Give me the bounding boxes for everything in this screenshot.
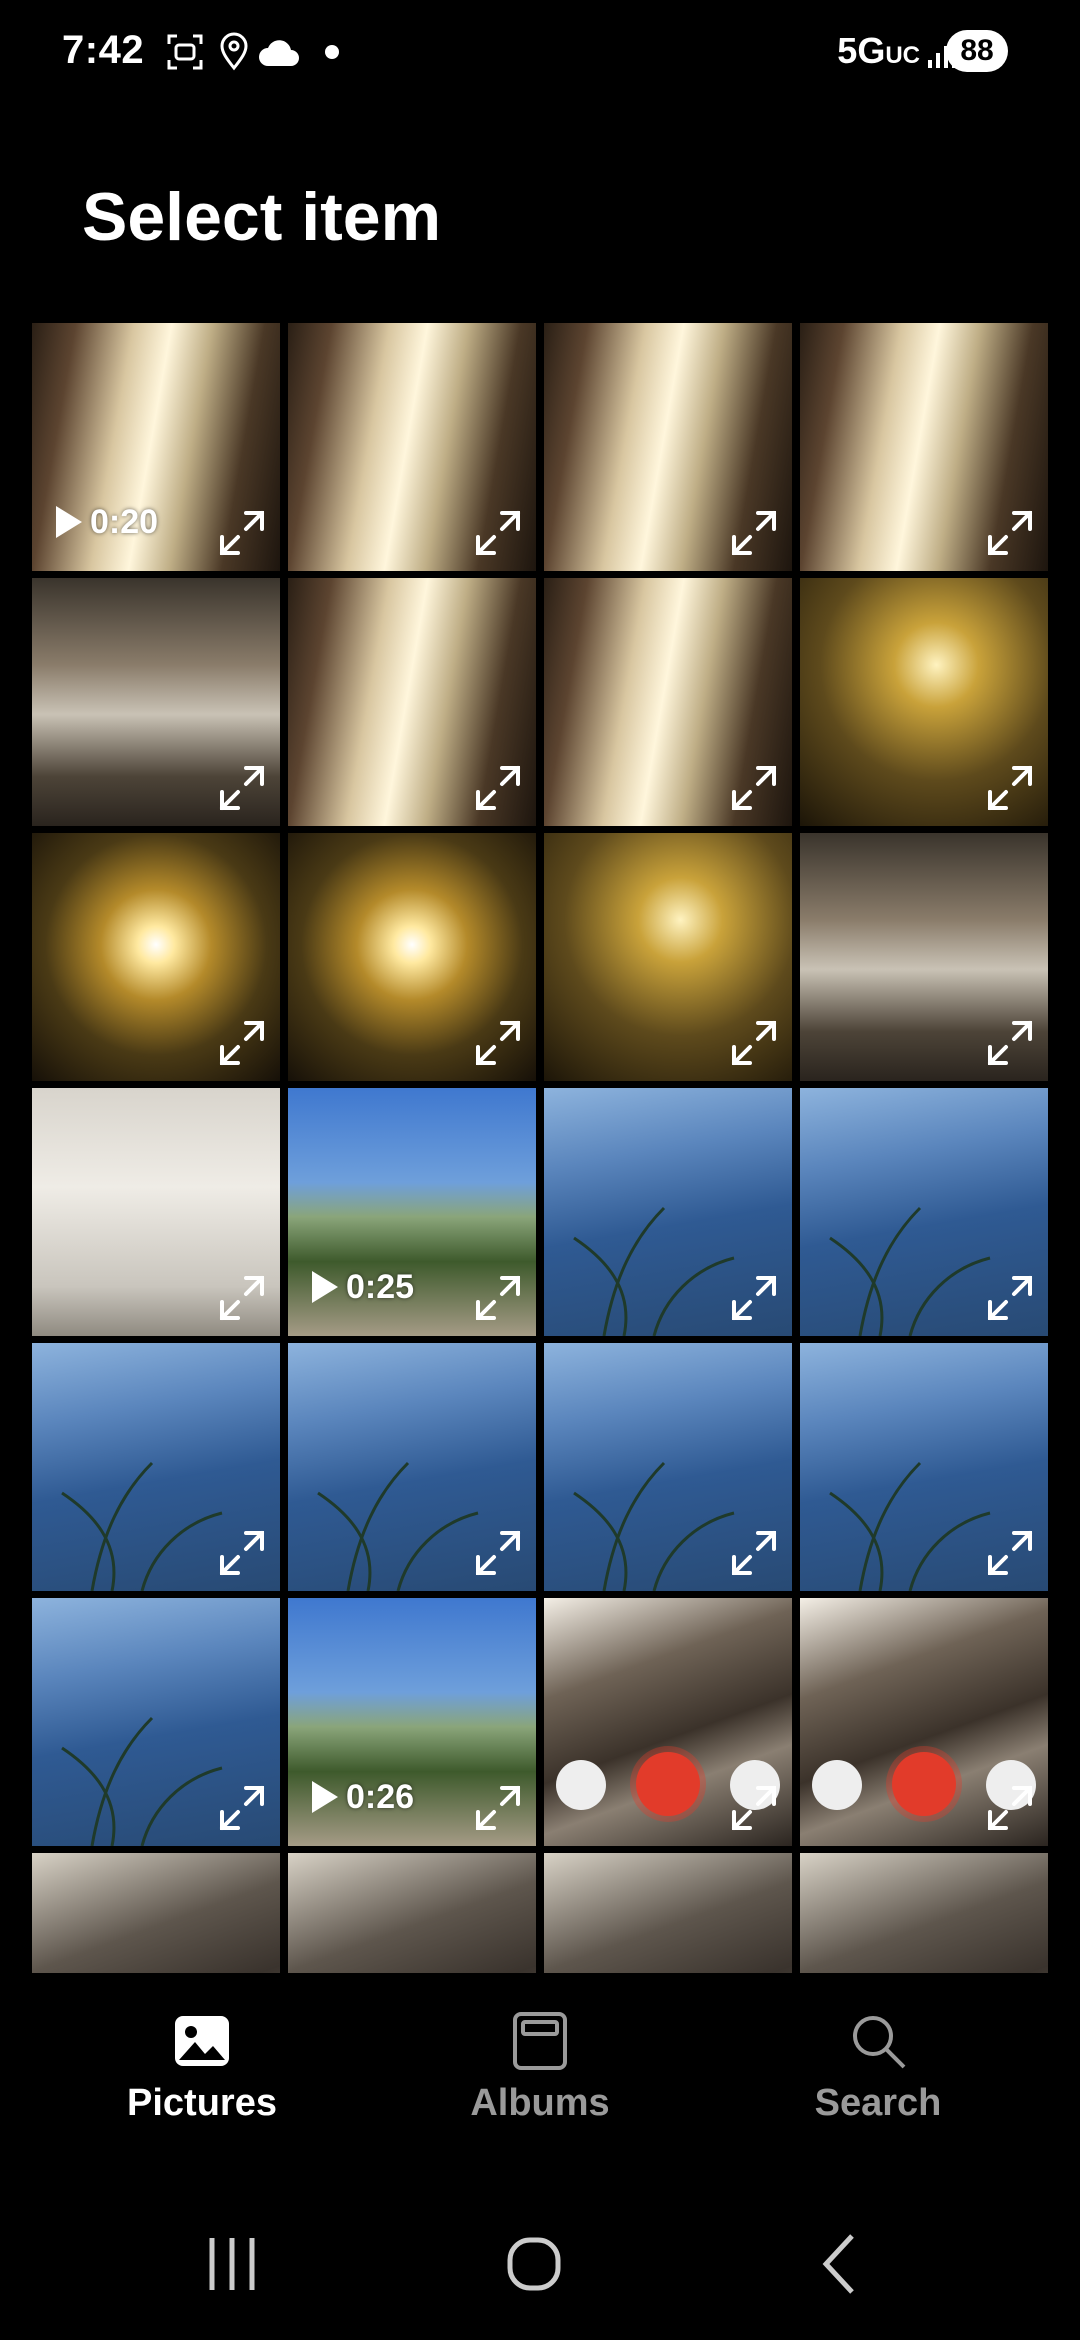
expand-icon[interactable] [984,1782,1036,1834]
tab-pictures-label: Pictures [127,2082,277,2124]
photo-thumbnail[interactable] [800,833,1048,1081]
expand-icon[interactable] [984,762,1036,814]
photo-thumbnail[interactable] [544,323,792,571]
photo-thumbnail[interactable] [32,1088,280,1336]
play-icon [312,1781,338,1813]
expand-icon[interactable] [216,1017,268,1069]
expand-icon[interactable] [728,1272,780,1324]
photo-thumbnail[interactable] [544,1088,792,1336]
photo-thumbnail[interactable] [544,1343,792,1591]
location-icon [220,32,248,71]
timer-icon [556,1760,606,1810]
tab-search-label: Search [814,2082,942,2124]
photo-thumbnail[interactable] [32,1343,280,1591]
expand-icon[interactable] [472,1272,524,1324]
photo-thumbnail[interactable] [288,1853,536,1973]
photo-thumbnail[interactable] [32,1598,280,1846]
tab-pictures[interactable]: Pictures [82,2010,322,2125]
timer-icon [812,1760,862,1810]
albums-icon [513,2012,567,2070]
tab-albums-label: Albums [470,2082,610,2124]
expand-icon[interactable] [472,1017,524,1069]
expand-icon[interactable] [728,1017,780,1069]
cloud-icon [259,40,299,66]
bottom-nav: Pictures Albums Search [0,1974,1080,2144]
page-title: Select item [82,179,442,255]
tab-search[interactable]: Search [758,2010,998,2125]
recents-icon[interactable] [200,2232,264,2296]
status-bar: 7:42 5GUC 88 [0,0,1080,110]
expand-icon[interactable] [472,762,524,814]
play-icon [312,1271,338,1303]
expand-icon[interactable] [472,1527,524,1579]
dot-icon [325,45,339,59]
video-thumbnail[interactable]: 0:25 [288,1088,536,1336]
network-type: 5GUC [837,30,920,71]
pictures-icon [175,2016,229,2066]
photo-thumbnail[interactable] [32,833,280,1081]
photo-thumbnail[interactable] [800,1343,1048,1591]
photo-thumbnail[interactable] [32,1853,280,1973]
video-duration: 0:20 [90,502,159,541]
photo-thumbnail[interactable] [288,323,536,571]
photo-thumbnail[interactable] [288,1343,536,1591]
tab-albums[interactable]: Albums [420,2010,660,2125]
photo-thumbnail[interactable] [800,323,1048,571]
expand-icon[interactable] [984,1527,1036,1579]
expand-icon[interactable] [472,507,524,559]
expand-icon[interactable] [216,1527,268,1579]
photo-thumbnail[interactable] [288,833,536,1081]
video-thumbnail[interactable]: 0:26 [288,1598,536,1846]
expand-icon[interactable] [728,1782,780,1834]
photo-thumbnail[interactable] [800,1088,1048,1336]
video-duration-badge: 0:26 [312,1772,414,1822]
expand-icon[interactable] [216,1272,268,1324]
photo-thumbnail[interactable] [544,1598,792,1846]
status-time: 7:42 [62,28,145,72]
record-button [636,1752,700,1816]
search-icon [853,2016,906,2069]
photo-thumbnail[interactable] [800,1853,1048,1973]
photo-thumbnail[interactable] [800,1598,1048,1846]
video-thumbnail[interactable]: 0:20 [32,323,280,571]
photo-thumbnail[interactable] [544,833,792,1081]
photo-thumbnail[interactable] [288,578,536,826]
video-duration-badge: 0:20 [56,497,158,547]
video-duration: 0:25 [346,1267,415,1306]
photo-thumbnail[interactable] [544,578,792,826]
record-button [892,1752,956,1816]
photo-thumbnail[interactable] [544,1853,792,1973]
expand-icon[interactable] [728,1527,780,1579]
video-duration-badge: 0:25 [312,1262,414,1312]
expand-icon[interactable] [728,762,780,814]
media-grid[interactable]: 0:20 0:25 0:26 [32,323,1048,1973]
photo-thumbnail[interactable] [800,578,1048,826]
expand-icon[interactable] [216,1782,268,1834]
play-icon [56,506,82,538]
expand-icon[interactable] [984,507,1036,559]
expand-icon[interactable] [984,1272,1036,1324]
expand-icon[interactable] [216,762,268,814]
back-icon[interactable] [808,2232,872,2296]
expand-icon[interactable] [472,1782,524,1834]
expand-icon[interactable] [728,507,780,559]
battery-indicator: 88 [946,30,1008,72]
expand-icon[interactable] [984,1017,1036,1069]
video-duration: 0:26 [346,1777,415,1816]
system-nav-bar [0,2180,1080,2340]
home-icon[interactable] [502,2232,566,2296]
photo-thumbnail[interactable] [32,578,280,826]
expand-icon[interactable] [216,507,268,559]
screenshot-icon [167,34,203,70]
